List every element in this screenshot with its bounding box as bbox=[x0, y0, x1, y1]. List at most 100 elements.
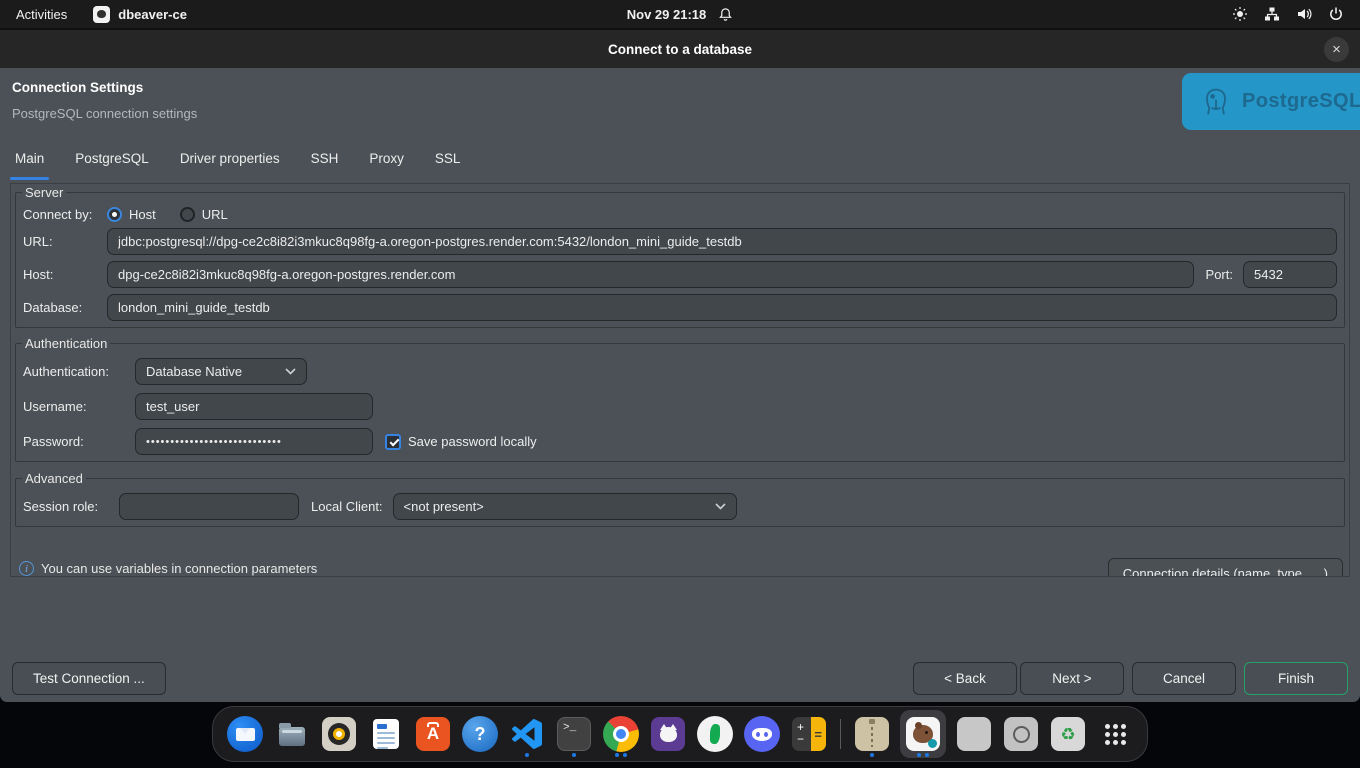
dock-item-files[interactable] bbox=[273, 710, 311, 758]
authentication-group: Authentication Authentication: Database … bbox=[15, 336, 1345, 462]
rhythmbox-speaker-icon bbox=[322, 717, 356, 751]
dock: A ? >_ bbox=[212, 706, 1148, 762]
info-icon: i bbox=[19, 561, 34, 576]
connect-by-url-radio[interactable]: URL bbox=[180, 207, 228, 222]
dock-item-settings-list[interactable] bbox=[955, 710, 993, 758]
volume-icon[interactable] bbox=[1296, 6, 1312, 22]
tab-main[interactable]: Main bbox=[15, 151, 44, 180]
dock-item-archive-manager[interactable] bbox=[853, 710, 891, 758]
dock-item-github-desktop[interactable] bbox=[649, 710, 687, 758]
postgresql-logo-text: PostgreSQL bbox=[1242, 90, 1360, 113]
discord-icon bbox=[744, 716, 780, 752]
password-label: Password: bbox=[23, 434, 135, 449]
host-label: Host: bbox=[23, 267, 107, 282]
tab-driver-properties[interactable]: Driver properties bbox=[180, 151, 280, 180]
dock-item-calculator[interactable]: +−= bbox=[790, 710, 828, 758]
database-label: Database: bbox=[23, 300, 107, 315]
main-tab-content: Server Connect by: Host URL URL: bbox=[10, 183, 1350, 577]
dock-item-libreoffice-writer[interactable] bbox=[367, 710, 405, 758]
files-folder-icon bbox=[279, 727, 305, 746]
help-question-icon: ? bbox=[462, 716, 498, 752]
url-input[interactable] bbox=[107, 228, 1337, 255]
focused-app-menu[interactable]: dbeaver-ce bbox=[93, 6, 187, 23]
back-button[interactable]: < Back bbox=[913, 662, 1017, 695]
dock-item-ubuntu-software[interactable]: A bbox=[414, 710, 452, 758]
dock-item-terminal[interactable]: >_ bbox=[555, 710, 593, 758]
ubuntu-software-icon: A bbox=[416, 717, 450, 751]
dock-item-app-grid[interactable] bbox=[1096, 710, 1134, 758]
disk-image-icon bbox=[1004, 717, 1038, 751]
dbeaver-beaver-icon bbox=[906, 717, 940, 751]
authentication-label: Authentication: bbox=[23, 364, 135, 379]
archive-zipper-icon bbox=[855, 717, 889, 751]
terminal-icon: >_ bbox=[557, 717, 591, 751]
dialog-title: Connect to a database bbox=[608, 42, 752, 57]
dock-item-rhythmbox[interactable] bbox=[320, 710, 358, 758]
authentication-value: Database Native bbox=[146, 364, 242, 379]
notification-bell-icon bbox=[718, 7, 733, 22]
vscode-icon bbox=[512, 719, 542, 749]
session-role-input[interactable] bbox=[119, 493, 299, 520]
url-label: URL: bbox=[23, 234, 107, 249]
local-client-label: Local Client: bbox=[311, 499, 383, 514]
test-connection-button[interactable]: Test Connection ... bbox=[12, 662, 166, 695]
close-button[interactable]: × bbox=[1324, 37, 1349, 62]
dock-item-help[interactable]: ? bbox=[461, 710, 499, 758]
username-label: Username: bbox=[23, 399, 135, 414]
advanced-group-legend: Advanced bbox=[22, 471, 86, 486]
dock-item-disk-image[interactable] bbox=[1002, 710, 1040, 758]
server-group: Server Connect by: Host URL URL: bbox=[15, 185, 1345, 328]
tab-ssh[interactable]: SSH bbox=[311, 151, 339, 180]
connect-by-host-radio[interactable]: Host bbox=[107, 207, 156, 222]
network-icon[interactable] bbox=[1264, 6, 1280, 22]
dock-item-trash[interactable]: ♻ bbox=[1049, 710, 1087, 758]
tab-postgresql[interactable]: PostgreSQL bbox=[75, 151, 149, 180]
app-grid-icon bbox=[1105, 724, 1126, 745]
dock-item-thunderbird[interactable] bbox=[226, 710, 264, 758]
advanced-group: Advanced Session role: Local Client: <no… bbox=[15, 471, 1345, 527]
connect-dialog: Connect to a database × Connection Setti… bbox=[0, 28, 1360, 702]
session-role-label: Session role: bbox=[23, 499, 119, 514]
cancel-button[interactable]: Cancel bbox=[1132, 662, 1236, 695]
info-row: i You can use variables in connection pa… bbox=[14, 558, 1346, 577]
dock-separator bbox=[840, 719, 841, 749]
power-icon[interactable] bbox=[1328, 6, 1344, 22]
username-input[interactable] bbox=[135, 393, 373, 420]
port-input[interactable] bbox=[1243, 261, 1337, 288]
database-input[interactable] bbox=[107, 294, 1337, 321]
github-octocat-icon bbox=[651, 717, 685, 751]
focused-app-name: dbeaver-ce bbox=[118, 7, 187, 22]
server-group-legend: Server bbox=[22, 185, 66, 200]
desktop: A ? >_ bbox=[0, 702, 1360, 768]
tab-ssl[interactable]: SSL bbox=[435, 151, 461, 180]
dock-item-dbeaver[interactable] bbox=[900, 710, 946, 758]
dock-item-mongodb-compass[interactable] bbox=[696, 710, 734, 758]
connect-by-label: Connect by: bbox=[23, 207, 107, 222]
dialog-titlebar[interactable]: Connect to a database × bbox=[0, 30, 1360, 68]
password-input[interactable] bbox=[135, 428, 373, 455]
radio-selected-icon bbox=[107, 207, 122, 222]
finish-button[interactable]: Finish bbox=[1244, 662, 1348, 695]
dock-item-chrome[interactable] bbox=[602, 710, 640, 758]
authentication-select[interactable]: Database Native bbox=[135, 358, 307, 385]
local-client-select[interactable]: <not present> bbox=[393, 493, 737, 520]
dialog-header: Connection Settings PostgreSQL connectio… bbox=[0, 68, 1360, 140]
tab-proxy[interactable]: Proxy bbox=[369, 151, 404, 180]
clock[interactable]: Nov 29 21:18 bbox=[627, 7, 707, 22]
connection-details-button[interactable]: Connection details (name, type, ... ) bbox=[1108, 558, 1343, 577]
activities-button[interactable]: Activities bbox=[16, 7, 67, 22]
postgresql-logo: PostgreSQL bbox=[1182, 73, 1360, 130]
writer-document-icon bbox=[373, 719, 399, 749]
dock-item-vscode[interactable] bbox=[508, 710, 546, 758]
calculator-icon: +−= bbox=[792, 717, 826, 751]
host-input[interactable] bbox=[107, 261, 1194, 288]
save-password-label: Save password locally bbox=[408, 434, 537, 449]
port-label: Port: bbox=[1206, 267, 1233, 282]
save-password-checkbox[interactable] bbox=[385, 434, 401, 450]
dock-item-discord[interactable] bbox=[743, 710, 781, 758]
local-client-value: <not present> bbox=[404, 499, 484, 514]
top-bar: Activities dbeaver-ce Nov 29 21:18 bbox=[0, 0, 1360, 28]
brightness-icon[interactable] bbox=[1232, 6, 1248, 22]
postgresql-elephant-icon bbox=[1198, 84, 1234, 120]
next-button[interactable]: Next > bbox=[1020, 662, 1124, 695]
